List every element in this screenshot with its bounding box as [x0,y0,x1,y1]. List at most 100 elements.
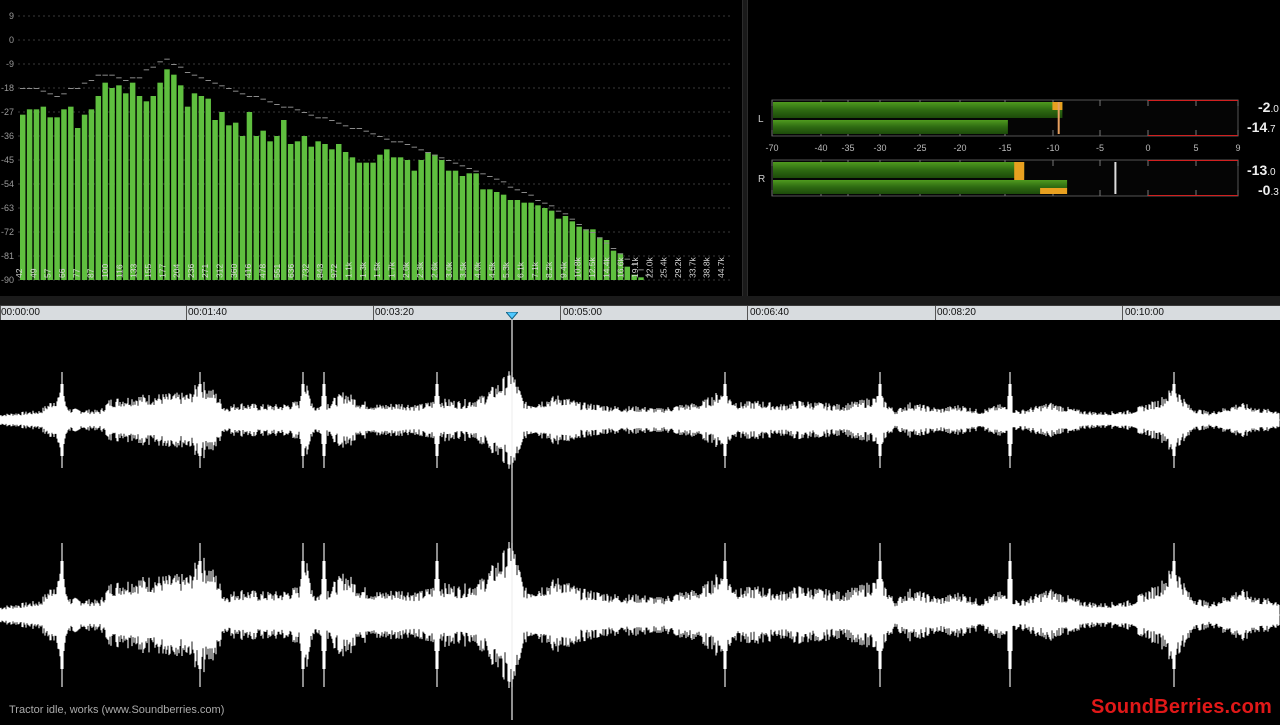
spectrum-bar [47,117,53,280]
spectrum-freq-label: 551 [272,264,282,278]
spectrum-freq-label: 2.0k [401,261,411,278]
spectrum-freq-label: 416 [243,264,253,278]
spectrum-bar [301,136,308,280]
spectrum-freq-label: 360 [229,264,239,278]
timeline-label: 00:00:00 [1,307,40,318]
spectrum-peak-dot [452,162,459,164]
spectrum-bar [281,120,287,280]
spectrum-freq-label: 177 [157,264,167,278]
spectrum-bar [68,106,74,281]
spectrum-bar [88,109,95,280]
spectrum-freq-label: 732 [301,264,311,278]
spectrum-bar [61,109,67,280]
spectrum-peak-dot [356,128,363,129]
spectrum-peak-dot [617,253,624,255]
spectrum-freq-label: 4.6k [487,261,497,278]
meter-over-zone [1148,135,1238,136]
spectrum-freq-label: 100 [100,264,110,278]
spectrum-bar [384,149,390,280]
spectrum-peak-dot [610,248,617,249]
spectrum-bar [102,82,108,281]
waveform-trace [0,542,1280,688]
spectrum-freq-label: 42 [14,268,24,278]
spectrum-peak-dot [308,114,314,116]
spectrum-bar [157,82,163,281]
timeline-label: 00:05:00 [563,307,602,318]
spectrum-bar [40,106,47,281]
spectrum-freq-label: 38.8k [702,256,712,278]
spectrum-freq-label: 14.4k [601,256,611,278]
spectrum-freq-label: 3.0k [444,261,454,278]
spectrum-peak-dot [487,176,493,177]
spectrum-peak-dot [576,224,582,225]
spectrum-peak-dot [583,229,589,231]
spectrum-bar [116,85,122,280]
spectrum-peak-dot [239,93,246,95]
spectrum-freq-label: 25.4k [659,256,669,278]
playhead-marker-icon[interactable] [506,312,518,320]
level-meters-chart: L R -70 -40 -35 -30 -25 -20 -15 -10 -5 0 5 9 [758,99,1241,197]
timeline-tick [935,306,936,320]
spectrum-peak-dot [47,93,53,95]
waveform-view[interactable] [0,320,1280,720]
spectrum-bar [239,136,246,280]
spectrum-bar [54,117,60,280]
spectrum-peak-dot [116,77,122,79]
timeline-tick [1122,306,1123,320]
spectrum-db-label: -36 [1,131,14,141]
spectrum-analyzer: 9 0 -9 -18 -27 -36 -45 -54 -63 -72 -81 -90 42 49 57 66 7… [0,0,742,296]
panel-splitter-horizontal[interactable] [0,296,1280,306]
spectrum-freq-label: 87 [86,268,96,278]
spectrum-bar [322,144,328,280]
spectrum-bar [342,152,349,280]
meter-scale-label: -25 [913,143,926,153]
spectrum-bar [74,128,81,280]
spectrum-peak-dot [54,96,60,97]
spectrum-peak-dot [109,74,115,76]
waveform-canvas[interactable] [0,320,1280,720]
spectrum-peak-dot [473,170,479,172]
spectrum-freq-label: 6.1k [515,261,525,278]
brand-logo-text: SoundBerries.com [1090,696,1272,718]
spectrum-peak-dot [445,160,452,161]
timeline-tick [747,306,748,320]
spectrum-peak-dot [61,93,67,95]
timeline-tick [373,306,374,320]
meter-scale-label: -70 [765,143,778,153]
spectrum-bar [274,136,280,280]
meter-over-zone [1148,195,1238,196]
spectrum-peak-dot [507,186,514,188]
spectrum-peak-dot [95,74,102,76]
spectrum-bar [308,146,314,280]
spectrum-bar [198,96,205,280]
spectrum-freq-label: 155 [143,264,153,278]
spectrum-peak-dot [274,104,280,105]
timeline-label: 00:03:20 [375,307,414,318]
spectrum-peak-dot [205,80,211,81]
spectrum-freq-label: 204 [172,264,182,278]
spectrum-peak-dot [384,138,390,140]
spectrum-peak-dot [494,178,500,180]
meter-scale-label: 5 [1193,143,1198,153]
spectrum-peak-dot [40,90,47,92]
spectrum-bar [232,122,239,281]
spectrum-peak-dot [500,181,507,183]
spectrum-peak-dot [157,61,163,63]
spectrum-peak-dot [184,72,191,73]
meter-hold-marker [1057,102,1060,134]
spectrum-peak-dot [232,90,239,92]
spectrum-bar [212,120,218,280]
timeline-ruler[interactable]: 00:00:00 00:01:40 00:03:20 00:05:00 00:0… [0,306,1280,320]
level-meters: L R -70 -40 -35 -30 -25 -20 -15 -10 -5 0 5 9 -2.0 -14… [748,0,1280,296]
spectrum-peak-dot [253,96,260,97]
spectrum-peak-dot [123,80,129,81]
timeline-label: 00:10:00 [1125,307,1164,318]
meter-upper-bar [773,102,1063,118]
spectrum-freq-label: 19.1k [630,256,640,278]
spectrum-peak-dot [20,88,26,89]
spectrum-peak-dot [281,106,287,108]
spectrum-freq-label: 843 [315,264,325,278]
spectrum-peak-dot [370,133,376,135]
spectrum-peak-dot [603,242,610,244]
spectrum-peak-dot [150,66,156,68]
